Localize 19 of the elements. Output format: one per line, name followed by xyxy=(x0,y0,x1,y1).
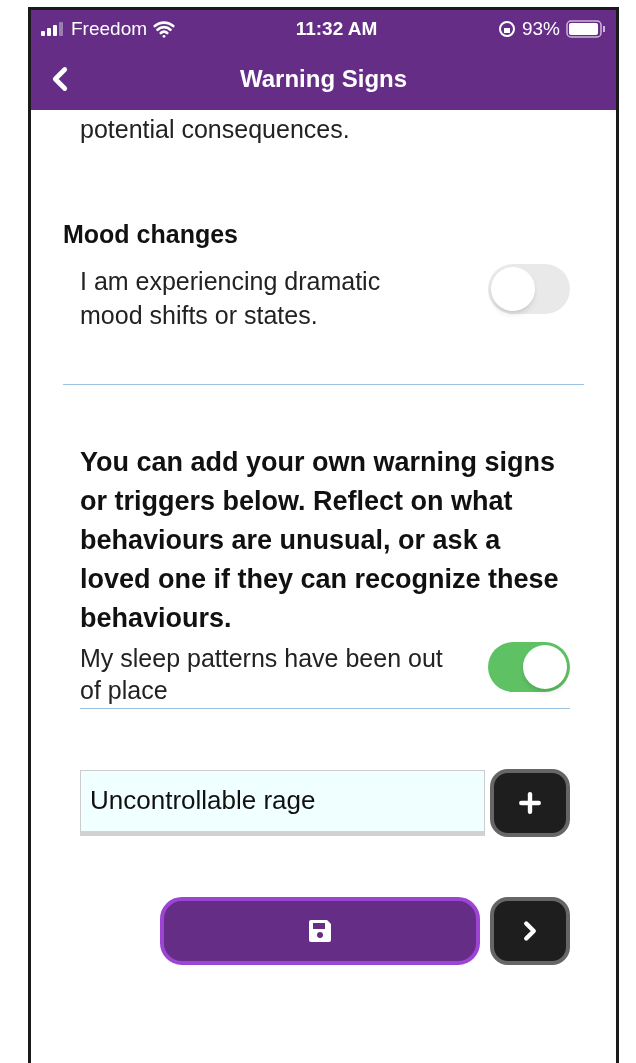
instructions-text: You can add your own warning signs or triggers below. Reflect on what behaviours are unusual, or ask a loved one if they can recognize these behaviours. xyxy=(80,445,560,635)
toggle-switch[interactable] xyxy=(488,641,570,692)
status-time: 11:32 AM xyxy=(295,16,378,41)
save-button[interactable] xyxy=(160,896,480,965)
custom-sign-label: My sleep patterns have been out of place xyxy=(80,642,444,706)
section-heading: Mood changes xyxy=(63,219,239,250)
warning-sign-label: I am experiencing dramatic mood shifts or states. xyxy=(80,265,382,331)
next-button[interactable] xyxy=(490,896,570,965)
add-button[interactable] xyxy=(490,768,570,837)
battery-icon xyxy=(566,20,606,38)
carrier-name: Freedom xyxy=(71,16,148,41)
rotation-lock-icon xyxy=(497,20,516,38)
intro-text: potential consequences. xyxy=(79,114,351,145)
new-sign-field[interactable]: Uncontrollable rage xyxy=(80,769,485,836)
wifi-icon xyxy=(153,18,176,40)
screen-title: Warning Signs xyxy=(239,64,408,94)
toggle-switch[interactable] xyxy=(488,263,570,314)
signal-icon xyxy=(41,22,65,36)
battery-percent: 93% xyxy=(521,16,560,41)
